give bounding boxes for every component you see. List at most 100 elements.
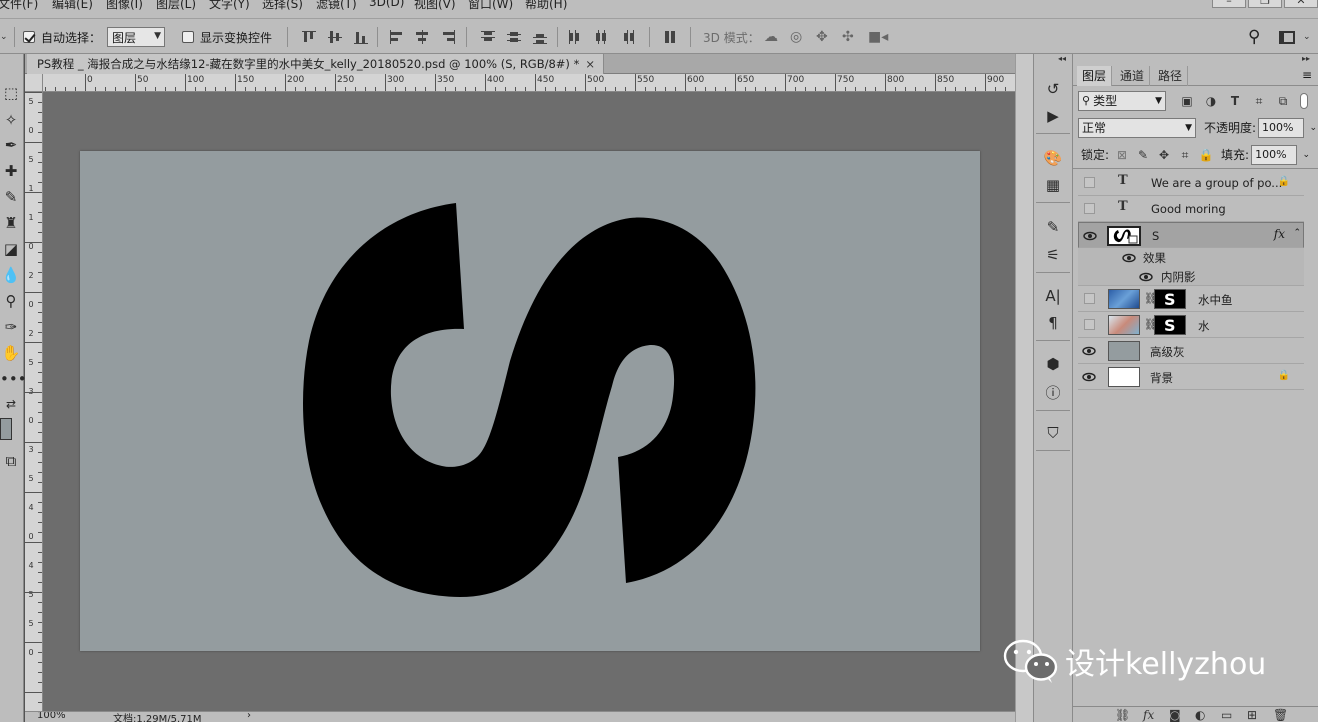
marquee-tool-icon[interactable]: ⬚	[0, 82, 22, 104]
3d-panel-icon[interactable]: ⬢	[1042, 353, 1064, 375]
3d-pan-icon[interactable]: ✥	[816, 19, 828, 55]
menu-filter[interactable]: 滤镜(T)	[316, 0, 357, 12]
swap-colors-icon[interactable]: ⇄	[0, 393, 22, 415]
screen-mode-icon[interactable]: ⧉	[0, 450, 22, 472]
eye-icon[interactable]	[1083, 230, 1097, 242]
menu-image[interactable]: 图像(I)	[106, 0, 143, 12]
search-icon[interactable]: ⚲	[1248, 19, 1260, 55]
align-vcenter-icon[interactable]	[327, 29, 343, 45]
hand-tool-icon[interactable]: ✋	[0, 342, 22, 364]
layer-effect-row[interactable]: 内阴影	[1078, 267, 1304, 286]
add-mask-icon[interactable]: ◙	[1169, 708, 1181, 722]
menu-select[interactable]: 选择(S)	[262, 0, 303, 12]
distribute-vcenter-icon[interactable]	[506, 29, 522, 45]
auto-align-icon[interactable]	[662, 29, 678, 45]
close-button[interactable]: ✕	[1284, 0, 1318, 8]
layer-name[interactable]: 水	[1198, 318, 1210, 334]
healing-brush-tool-icon[interactable]: ✚	[0, 160, 22, 182]
ruler-origin[interactable]	[25, 74, 43, 92]
menu-type[interactable]: 文字(Y)	[209, 0, 250, 12]
lock-image-icon[interactable]: ✎	[1134, 146, 1152, 164]
layer-name[interactable]: 高级灰	[1150, 344, 1185, 360]
visibility-toggle[interactable]	[1084, 293, 1095, 304]
align-hcenter-icon[interactable]	[414, 29, 430, 45]
distribute-right-icon[interactable]	[619, 29, 635, 45]
effect-name[interactable]: 内阴影	[1161, 269, 1196, 285]
lock-artboard-icon[interactable]: ⌗	[1176, 146, 1194, 164]
show-transform-checkbox[interactable]	[182, 31, 194, 43]
workspace-icon[interactable]	[1279, 19, 1295, 55]
document-info[interactable]: 文档:1.29M/5.71M	[113, 712, 202, 722]
menu-3d[interactable]: 3D(D)	[369, 0, 404, 9]
eyedropper-tool-icon[interactable]: ✒	[0, 134, 22, 156]
vertical-ruler[interactable]: 50511020253035404550	[25, 92, 43, 712]
eye-icon[interactable]	[1082, 371, 1096, 383]
menu-window[interactable]: 窗口(W)	[468, 0, 513, 12]
close-icon[interactable]: ×	[585, 57, 595, 71]
distribute-left-icon[interactable]	[567, 29, 583, 45]
layer-mask-thumbnail[interactable]: S	[1154, 315, 1186, 335]
filter-smart-object-icon[interactable]: ⧉	[1274, 92, 1292, 110]
history-icon[interactable]: ↺	[1042, 78, 1064, 100]
layer-filter-select[interactable]: ⚲ 类型 ▼	[1078, 90, 1166, 111]
foreground-color-swatch[interactable]	[0, 418, 12, 440]
lock-position-icon[interactable]: ✥	[1155, 146, 1173, 164]
3d-orbit-icon[interactable]: ☁	[764, 19, 778, 55]
effects-label[interactable]: 效果	[1143, 250, 1166, 266]
align-left-icon[interactable]	[388, 29, 404, 45]
3d-slide-icon[interactable]: ✣	[842, 19, 854, 55]
auto-select-checkbox[interactable]	[23, 31, 35, 43]
chevron-up-icon[interactable]: ⌃	[1293, 228, 1301, 238]
layer-name[interactable]: We are a group of po...	[1151, 176, 1282, 190]
chevron-down-icon[interactable]: ⌄	[1303, 19, 1311, 55]
menu-edit[interactable]: 编辑(E)	[52, 0, 93, 12]
canvas[interactable]	[80, 151, 980, 651]
minimize-button[interactable]: –	[1212, 0, 1246, 8]
layer-row[interactable]: ⛓ S 水	[1078, 312, 1304, 338]
layer-name[interactable]: 背景	[1150, 370, 1173, 386]
layer-effects-row[interactable]: 效果	[1078, 248, 1304, 267]
distribute-top-icon[interactable]	[480, 29, 496, 45]
align-bottom-icon[interactable]	[353, 29, 369, 45]
align-top-icon[interactable]	[301, 29, 317, 45]
layer-row[interactable]: 高级灰	[1078, 338, 1304, 364]
align-right-icon[interactable]	[440, 29, 456, 45]
menu-view[interactable]: 视图(V)	[414, 0, 456, 12]
layer-row[interactable]: 背景 🔒	[1078, 364, 1304, 390]
zoom-level[interactable]: 100%	[37, 712, 66, 721]
tab-paths[interactable]: 路径	[1153, 66, 1189, 86]
swatches-grid-icon[interactable]: ▦	[1042, 174, 1064, 196]
chevron-down-icon[interactable]: ⌄	[1310, 123, 1318, 133]
adjustments-icon[interactable]: ⚟	[1042, 244, 1064, 266]
chevron-right-icon[interactable]: ›	[247, 712, 251, 721]
layer-row[interactable]: ⛓ S 水中鱼	[1078, 286, 1304, 312]
pen-tool-icon[interactable]: ✑	[0, 316, 22, 338]
eye-icon[interactable]	[1139, 271, 1153, 283]
more-tools-icon[interactable]: •••	[0, 368, 27, 390]
panel-menu-icon[interactable]: ≡	[1302, 68, 1312, 82]
delete-layer-icon[interactable]: 🗑	[1273, 708, 1288, 722]
filter-pixel-icon[interactable]: ▣	[1178, 92, 1196, 110]
filter-toggle[interactable]	[1300, 92, 1308, 109]
collapse-icon[interactable]: ▸▸	[1302, 54, 1310, 63]
lock-all-icon[interactable]: 🔒	[1197, 146, 1215, 164]
add-style-icon[interactable]: fx	[1143, 708, 1154, 722]
brush-tool-icon[interactable]: ✎	[0, 186, 22, 208]
filter-shape-icon[interactable]: ⌗	[1250, 92, 1268, 110]
tab-layers[interactable]: 图层	[1077, 66, 1113, 86]
magic-wand-tool-icon[interactable]: ✧	[0, 109, 22, 131]
layer-mask-thumbnail[interactable]: S	[1154, 289, 1186, 309]
visibility-toggle[interactable]	[1084, 203, 1095, 214]
menu-layer[interactable]: 图层(L)	[156, 0, 196, 12]
layer-row[interactable]: T We are a group of po... 🔒	[1078, 170, 1304, 196]
character-icon[interactable]: A|	[1042, 285, 1064, 307]
document-tab[interactable]: PS教程 _ 海报合成之与水结缘12-藏在数字里的水中美女_kelly_2018…	[27, 54, 604, 74]
dodge-tool-icon[interactable]: ⚲	[0, 290, 22, 312]
paragraph-icon[interactable]: ¶	[1042, 312, 1064, 334]
filter-type-icon[interactable]: T	[1226, 92, 1244, 110]
layer-name[interactable]: 水中鱼	[1198, 292, 1233, 308]
auto-select-target-select[interactable]: 图层 ▼	[107, 27, 165, 47]
fill-input[interactable]: 100% ⌄	[1251, 144, 1310, 165]
3d-scale-icon[interactable]: ■◂	[868, 19, 888, 55]
distribute-bottom-icon[interactable]	[532, 29, 548, 45]
